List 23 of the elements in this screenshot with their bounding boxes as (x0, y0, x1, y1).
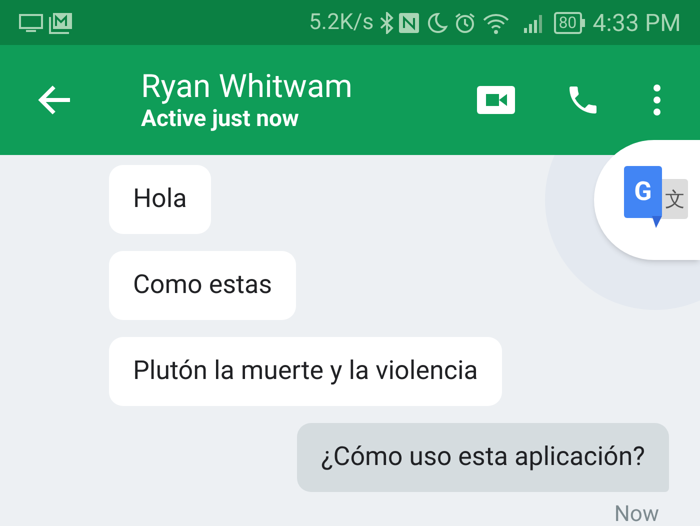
nfc-icon (398, 12, 420, 34)
back-icon (38, 85, 72, 115)
sent-message: ¿Cómo uso esta aplicación? (296, 423, 669, 492)
more-icon (653, 84, 661, 116)
moon-icon (426, 12, 448, 34)
wifi-icon (482, 12, 510, 34)
bluetooth-icon (380, 12, 394, 34)
video-camera-icon (476, 85, 516, 115)
battery-icon: 80 (554, 12, 585, 34)
logo-tail-icon (652, 216, 662, 228)
alarm-icon (454, 12, 476, 34)
message-timestamp: Now (614, 501, 659, 526)
logo-glyph: 文 (665, 189, 685, 209)
received-message: Plutón la muerte y la violencia (109, 337, 502, 406)
clock: 4:33 PM (592, 8, 681, 38)
received-message: Hola (109, 165, 211, 234)
network-speed: 5.2K/s (308, 9, 374, 37)
received-message: Como estas (109, 251, 296, 320)
monitor-icon (19, 12, 43, 32)
logo-letter: G (634, 179, 652, 205)
presence-status: Active just now (141, 105, 300, 133)
mail-icon (49, 12, 73, 34)
contact-name: Ryan Whitwam (141, 67, 352, 105)
